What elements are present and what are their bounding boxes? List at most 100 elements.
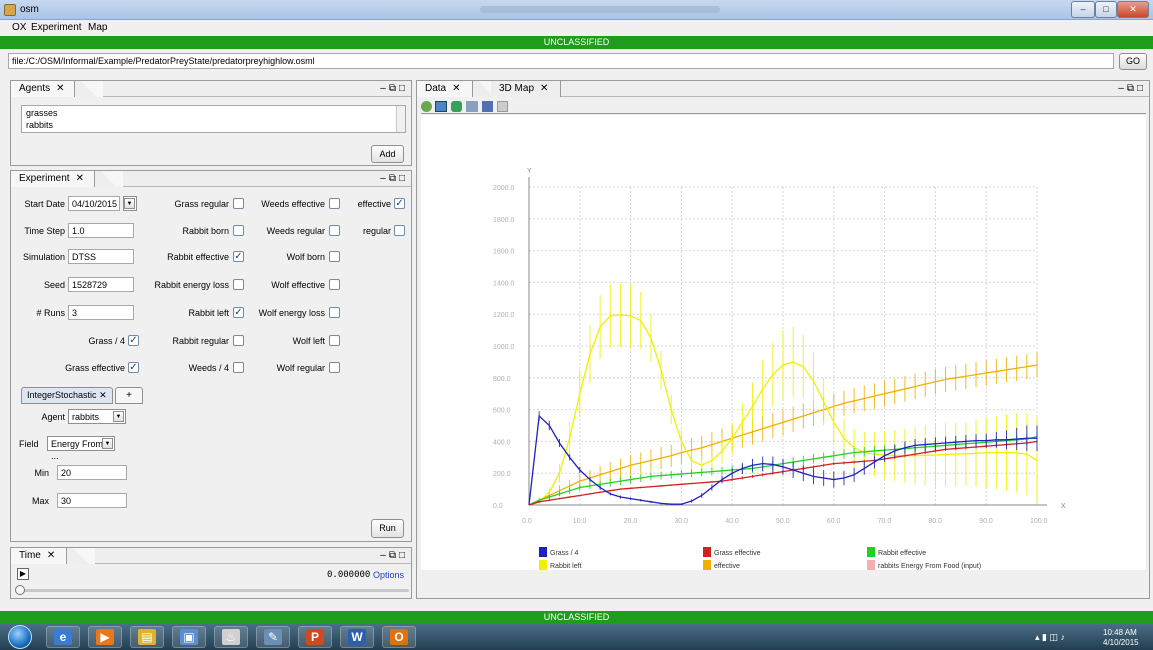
add-agent-button[interactable]: Add: [371, 145, 404, 163]
close-icon[interactable]: ✕: [452, 83, 460, 94]
min-input[interactable]: 20: [57, 465, 127, 480]
y-tick-label: 2000.0: [493, 185, 515, 192]
maximize-icon[interactable]: □: [399, 173, 408, 184]
tab-separator: [75, 81, 103, 97]
max-input[interactable]: 30: [57, 493, 127, 508]
time-slider-handle[interactable]: [15, 585, 25, 595]
ie-icon[interactable]: e: [46, 626, 80, 648]
close-icon[interactable]: ✕: [99, 390, 107, 400]
weeds-regular-checkbox[interactable]: [329, 225, 340, 236]
start-button[interactable]: [8, 625, 32, 649]
wolf-born-checkbox[interactable]: [329, 251, 340, 262]
title-bar: osm – □ ✕: [0, 0, 1153, 20]
check-label: Wolf left: [292, 336, 325, 346]
start-date-input[interactable]: 04/10/2015: [68, 196, 120, 211]
media-player-icon[interactable]: ▶: [88, 626, 122, 648]
panel-window-controls[interactable]: –⧉□: [380, 550, 408, 561]
list-item[interactable]: rabbits: [26, 120, 53, 130]
menu-experiment[interactable]: Experiment: [31, 22, 82, 33]
max-label: Max: [31, 496, 49, 506]
time-step-input[interactable]: 1.0: [68, 223, 134, 238]
regular-checkbox[interactable]: [394, 225, 405, 236]
zoom-fit-icon[interactable]: [421, 101, 432, 112]
go-button[interactable]: GO: [1119, 53, 1147, 70]
wolf-energy-loss-checkbox[interactable]: [329, 307, 340, 318]
close-icon[interactable]: ✕: [47, 550, 55, 561]
menu-ox[interactable]: OX: [12, 22, 26, 33]
chart-canvas[interactable]: 0.0 200.0 400.0 600.0 800.0 1000.0 1200.0 1400.…: [421, 115, 1146, 570]
tab-experiment[interactable]: Experiment ✕: [11, 171, 95, 187]
maximize-icon[interactable]: □: [1137, 83, 1146, 94]
media-player-icon-glyph: ▶: [96, 629, 114, 645]
minimize-button[interactable]: –: [1071, 1, 1095, 18]
agents-scrollbar[interactable]: [396, 106, 405, 132]
y-tick-label: 1000.0: [493, 344, 515, 351]
chevron-down-icon: ▼: [113, 411, 124, 422]
options-link[interactable]: Options: [373, 570, 404, 580]
table-icon[interactable]: [497, 101, 508, 112]
experiment-panel: Experiment ✕ –⧉□ Start Date 04/10/2015 ▼ …: [10, 170, 412, 542]
restore-icon[interactable]: ⧉: [389, 83, 399, 94]
panel-window-controls[interactable]: –⧉□: [1118, 83, 1146, 94]
tab-integer-stochastic-label: IntegerStochastic: [27, 390, 97, 400]
time-step-label: Time Step: [24, 226, 65, 236]
time-slider-track[interactable]: [19, 589, 409, 592]
pan-icon[interactable]: [451, 101, 462, 112]
tab-data[interactable]: Data ✕: [417, 81, 473, 97]
file-explorer-icon[interactable]: ▤: [130, 626, 164, 648]
close-icon[interactable]: ✕: [56, 83, 64, 94]
legend-swatch: [703, 547, 711, 557]
restore-icon[interactable]: ⧉: [1127, 83, 1137, 94]
y-tick-label: 1600.0: [493, 249, 515, 256]
close-icon[interactable]: ✕: [540, 83, 548, 94]
tray-icons[interactable]: ▴ ▮ ◫ ♪: [1035, 632, 1065, 643]
maximize-icon[interactable]: □: [399, 83, 408, 94]
weeds-effective-checkbox[interactable]: [329, 198, 340, 209]
seed-input[interactable]: 1528729: [68, 277, 134, 292]
word-icon[interactable]: W: [340, 626, 374, 648]
y-tick-label: 1400.0: [493, 280, 515, 287]
java-icon[interactable]: ♨: [214, 626, 248, 648]
tab-time[interactable]: Time ✕: [11, 548, 67, 564]
agents-list[interactable]: grasses rabbits: [21, 105, 406, 133]
url-input[interactable]: file:/C:/OSM/Informal/Example/PredatorPr…: [8, 53, 1114, 69]
tab-integer-stochastic[interactable]: IntegerStochastic ✕: [21, 387, 113, 404]
paint-icon[interactable]: ✎: [256, 626, 290, 648]
close-icon[interactable]: ✕: [76, 173, 84, 184]
effective-checkbox[interactable]: ✓: [394, 198, 405, 209]
save-chart-icon[interactable]: [482, 101, 493, 112]
check-label: Rabbit regular: [172, 336, 229, 346]
close-button[interactable]: ✕: [1117, 1, 1149, 18]
list-item[interactable]: grasses: [26, 108, 58, 118]
tab-3d-map[interactable]: 3D Map ✕: [491, 81, 561, 97]
powerpoint-icon[interactable]: P: [298, 626, 332, 648]
simulation-input[interactable]: DTSS: [68, 249, 134, 264]
wolf-regular-checkbox[interactable]: [329, 362, 340, 373]
agent-select[interactable]: rabbits ▼: [68, 409, 126, 424]
menu-map[interactable]: Map: [88, 22, 107, 33]
chart-toolbar: [421, 101, 551, 113]
wolf-left-checkbox[interactable]: [329, 335, 340, 346]
x-tick-label: 70.0: [878, 518, 892, 525]
runs-input[interactable]: 3: [68, 305, 134, 320]
add-tab-button[interactable]: +: [115, 387, 143, 404]
virtualbox-icon[interactable]: ▣: [172, 626, 206, 648]
x-tick-label: 100.0: [1030, 518, 1048, 525]
panel-window-controls[interactable]: –⧉□: [380, 83, 408, 94]
tab-agents[interactable]: Agents ✕: [11, 81, 75, 97]
restore-icon[interactable]: ⧉: [389, 173, 399, 184]
tab-data-label: Data: [425, 83, 447, 94]
restore-icon[interactable]: ⧉: [389, 550, 399, 561]
outlook-icon[interactable]: O: [382, 626, 416, 648]
zoom-icon[interactable]: [435, 101, 447, 112]
run-button[interactable]: Run: [371, 519, 404, 538]
wolf-effective-checkbox[interactable]: [329, 279, 340, 290]
panel-window-controls[interactable]: –⧉□: [380, 173, 408, 184]
maximize-button[interactable]: □: [1095, 1, 1117, 18]
field-select[interactable]: Energy From ... ▼: [47, 436, 115, 461]
play-icon[interactable]: ▶: [17, 568, 29, 580]
maximize-icon[interactable]: □: [399, 550, 408, 561]
layers-icon[interactable]: [466, 101, 478, 112]
check-label: Rabbit born: [182, 226, 229, 236]
check-label: Grass effective: [65, 363, 125, 373]
